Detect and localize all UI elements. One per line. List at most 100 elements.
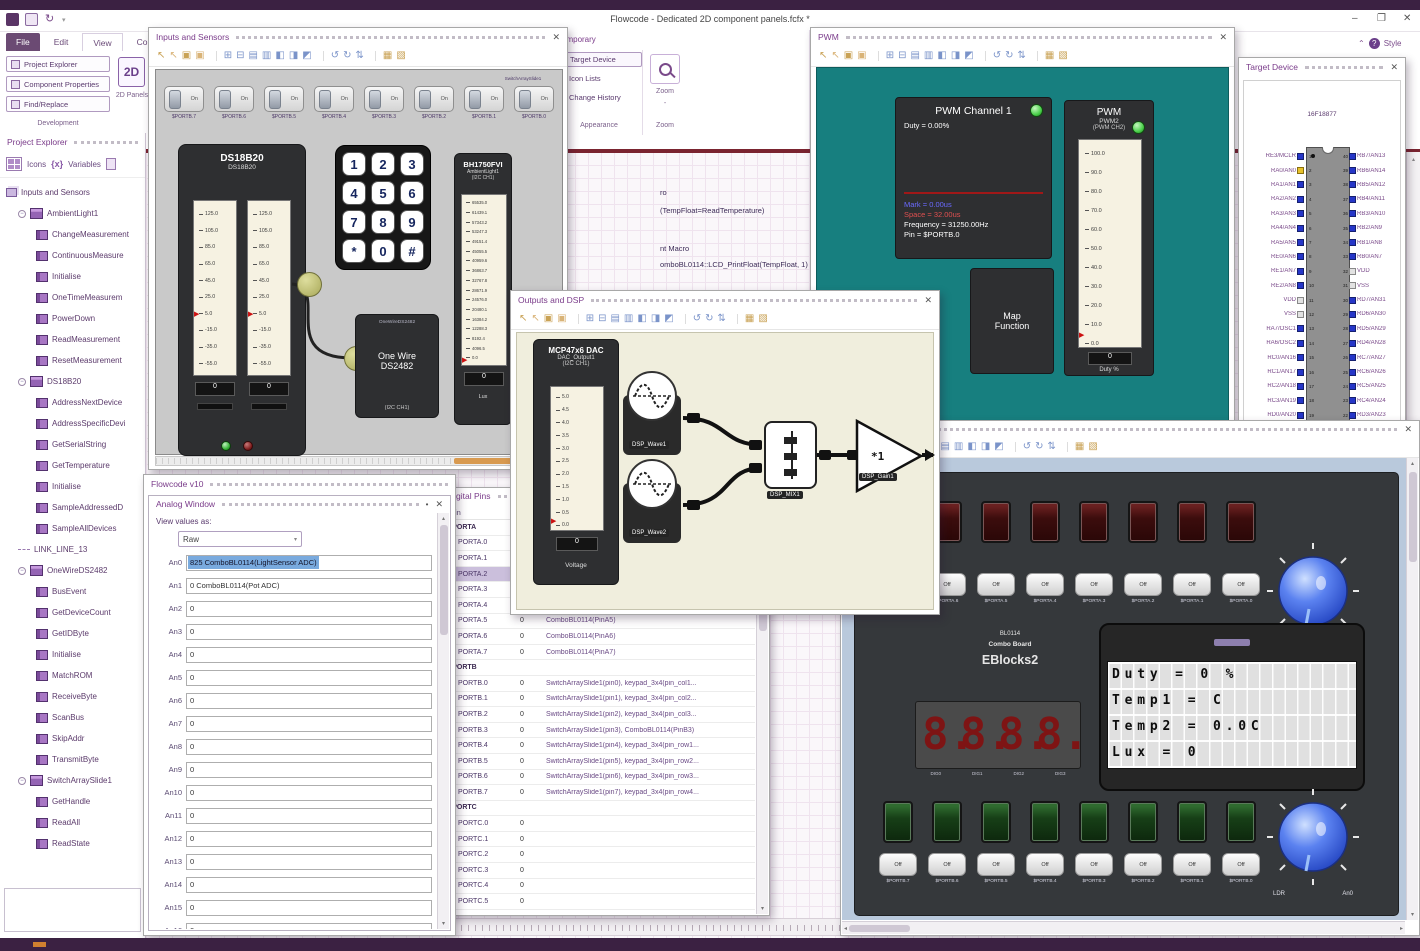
tree-item[interactable]: − SwitchArraySlide1	[6, 770, 145, 791]
chip-pin-row[interactable]: RE2/AN8 10	[1246, 279, 1319, 293]
toolbar-icon[interactable]: ▣	[844, 51, 853, 61]
icons-grid-icon[interactable]	[6, 157, 22, 171]
pin-row[interactable]: PORTB	[442, 660, 755, 676]
toolbar-icon[interactable]: ◧	[637, 314, 646, 324]
tree-item[interactable]: − ReadAll	[6, 812, 145, 833]
analog-value-field[interactable]: 0	[186, 692, 432, 709]
pin-row[interactable]: PORTC.5 0	[442, 894, 755, 910]
tree-item[interactable]: − SampleAddressedD	[6, 497, 145, 518]
tree-item[interactable]: − Initialise	[6, 266, 145, 287]
chip-pin-row[interactable]: RC1/AN17 16	[1246, 365, 1319, 379]
project-explorer-button[interactable]: Project Explorer	[6, 56, 110, 72]
pin-row[interactable]: PORTC	[442, 801, 755, 817]
chip-pin-row[interactable]: 30 RD7/AN31	[1334, 293, 1407, 307]
chip-pin-row[interactable]: RA4/AN4 6	[1246, 221, 1319, 235]
tree-item[interactable]: − AmbientLight1	[6, 203, 145, 224]
toolbar-icon[interactable]: ↖	[531, 314, 539, 324]
analog-value-field[interactable]: 0	[186, 715, 432, 732]
variables-icon[interactable]: {x}	[51, 159, 63, 169]
toolbar-icon[interactable]: ▤	[910, 51, 919, 61]
chip-pin-row[interactable]: 28 RD5/AN29	[1334, 322, 1407, 336]
help-icon[interactable]: ?	[1368, 38, 1380, 49]
pin-row[interactable]: PORTB.7 0 SwitchArraySlide1(pin7), keypa…	[442, 785, 755, 801]
panel-vertical-scrollbar[interactable]: ▴ ▾	[1406, 458, 1418, 920]
toolbar-icon[interactable]: ◨	[981, 442, 990, 452]
expand-toggle-icon[interactable]: −	[18, 776, 26, 785]
tree-item[interactable]: − GetTemperature	[6, 455, 145, 476]
board-switch[interactable]: Off	[1026, 853, 1064, 876]
tree-item[interactable]: − LINK_LINE_13	[6, 539, 145, 560]
chip-pin-row[interactable]: 31 VSS	[1334, 279, 1407, 293]
chip-pin-row[interactable]: 39 RB6/AN14	[1334, 163, 1407, 177]
toolbar-icon[interactable]: ▣	[195, 51, 204, 61]
analog-value-field[interactable]: 0	[186, 807, 432, 824]
toolbar-icon[interactable]: ⇅	[1018, 51, 1026, 61]
inputs-horizontal-scrollbar[interactable]	[155, 456, 563, 466]
toolbar-icon[interactable]: ◨	[651, 314, 660, 324]
bh1750-scale[interactable]: 65535.0 61439.1 57343.2 53247.3 49151.4 45055…	[461, 194, 507, 366]
toolbar-icon[interactable]: ↻	[705, 314, 713, 324]
chip-pin-row[interactable]: RE3/MCLR 1	[1246, 149, 1319, 163]
component-properties-button[interactable]: Component Properties	[6, 76, 110, 92]
collapse-ribbon-icon[interactable]: ⌃	[1358, 39, 1365, 48]
tab-edit[interactable]: Edit	[44, 33, 79, 51]
board-switch[interactable]: Off	[1124, 853, 1162, 876]
toolbar-icon[interactable]: ↖	[819, 51, 827, 61]
toolbar-icon[interactable]: ◧	[937, 51, 946, 61]
pin-row[interactable]: PORTB.1 0 SwitchArraySlide1(pin1), keypa…	[442, 692, 755, 708]
toolbar-icon[interactable]: ▦	[1036, 51, 1054, 61]
toolbar-icon[interactable]: ◩	[994, 442, 1003, 452]
ldr-knob[interactable]	[1263, 785, 1363, 889]
quickbar-more-icon[interactable]: ▾	[62, 16, 66, 24]
toolbar-icon[interactable]: ↖	[519, 314, 527, 324]
toolbar-icon[interactable]: ↻	[1005, 51, 1013, 61]
tree-item[interactable]: − GetDeviceCount	[6, 602, 145, 623]
tree-item[interactable]: − ReceiveByte	[6, 686, 145, 707]
toolbar-icon[interactable]: ⊟	[598, 314, 606, 324]
toolbar-icon[interactable]: ▣	[182, 51, 191, 61]
toolbar-icon[interactable]: ▤	[940, 442, 949, 452]
pin-row[interactable]: PORTA.7 0 ComboBL0114(PinA7)	[442, 645, 755, 661]
chip-pin-row[interactable]: 27 RD4/AN28	[1334, 336, 1407, 350]
pin-row[interactable]: PORTB.5 0 SwitchArraySlide1(pin5), keypa…	[442, 754, 755, 770]
minimize-button[interactable]: –	[1352, 13, 1358, 24]
analog-value-field[interactable]: 0	[186, 761, 432, 778]
pin-row[interactable]: PORTC.0 0	[442, 816, 755, 832]
analog-value-field[interactable]: 0	[186, 876, 432, 893]
dsp-mix[interactable]	[764, 421, 817, 489]
chip-pin-row[interactable]: 32 VDD	[1334, 264, 1407, 278]
toolbar-icon[interactable]: ▦	[1066, 442, 1084, 452]
tree-item[interactable]: − TransmitByte	[6, 749, 145, 770]
scroll-up-icon[interactable]: ▴	[1407, 156, 1420, 163]
toolbar-icon[interactable]: ↖	[169, 51, 177, 61]
tree-item[interactable]: − DS18B20	[6, 371, 145, 392]
chip-pin-row[interactable]: RA0/AN0 2	[1246, 163, 1319, 177]
close-icon[interactable]: ✕	[1219, 32, 1227, 42]
chip-pin-row[interactable]: 26 RC7/AN27	[1334, 350, 1407, 364]
toolbar-icon[interactable]: ▥	[624, 314, 633, 324]
toolbar-icon[interactable]: ▧	[758, 314, 767, 324]
undo-icon[interactable]: ↻	[45, 12, 54, 25]
chip-pin-row[interactable]: 38 RB5/AN12	[1334, 178, 1407, 192]
maximize-button[interactable]: ❐	[1377, 13, 1386, 24]
pwm2-scale[interactable]: 100.0 90.0 80.0 70.0 60.0 50.0 40.0 30.0 20.0 10.…	[1078, 139, 1142, 348]
tree-item[interactable]: − MatchROM	[6, 665, 145, 686]
toolbar-icon[interactable]: ◨	[951, 51, 960, 61]
chip-pin-row[interactable]: 36 RB3/AN10	[1334, 207, 1407, 221]
close-icon[interactable]: ✕	[552, 32, 560, 42]
chip-pin-row[interactable]: RC3/AN19 18	[1246, 394, 1319, 408]
toolbar-icon[interactable]: ▥	[924, 51, 933, 61]
toolbar-icon[interactable]: ↻	[1035, 442, 1043, 452]
toolbar-icon[interactable]: ⊞	[877, 51, 894, 61]
map-function-block[interactable]: Map Function	[970, 268, 1054, 374]
analog-vertical-scrollbar[interactable]: ▴ ▾	[437, 513, 449, 929]
analog-value-field[interactable]: 0	[186, 738, 432, 755]
dsp-wave2[interactable]	[627, 459, 677, 509]
toolbar-icon[interactable]: ⇅	[356, 51, 364, 61]
toolbar-icon[interactable]: ▧	[1058, 51, 1067, 61]
toolbar-icon[interactable]: ▦	[736, 314, 754, 324]
toolbar-icon[interactable]: ⇅	[718, 314, 726, 324]
chip-pin-row[interactable]: 23 RC4/AN24	[1334, 394, 1407, 408]
chip-pin-row[interactable]: 25 RC6/AN26	[1334, 365, 1407, 379]
board-switch[interactable]: Off	[928, 853, 966, 876]
